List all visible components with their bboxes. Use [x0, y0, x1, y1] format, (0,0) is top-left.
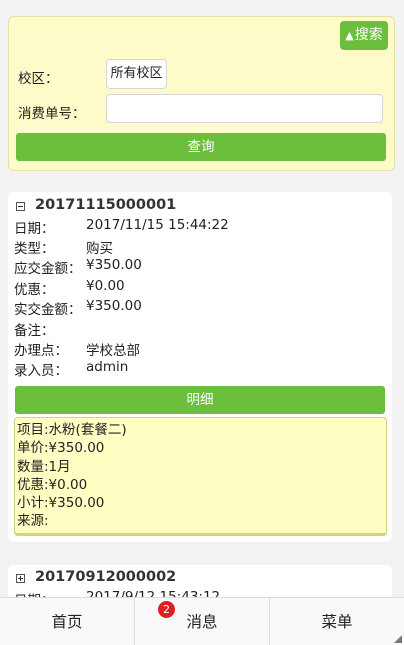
campus-label: 校区： — [18, 71, 59, 87]
amount-paid-label: 实交金额： — [14, 302, 82, 318]
campus-select[interactable]: 所有校区 — [106, 59, 167, 89]
message-count-badge: 2 — [158, 601, 175, 618]
operator-value: admin — [86, 359, 129, 375]
tab-home[interactable]: 首页 — [0, 598, 135, 645]
record-order-number: 20171115000001 — [35, 197, 177, 213]
tab-messages-label: 消息 — [186, 613, 218, 631]
office-label: 办理点： — [14, 343, 68, 359]
remark-label: 备注： — [14, 323, 55, 339]
amount-paid-value: ¥350.00 — [86, 298, 142, 314]
order-number-input[interactable] — [106, 94, 383, 123]
detail-source-line: 来源: — [17, 513, 49, 530]
collapse-triangle-icon: ▲ — [345, 29, 354, 42]
type-label: 类型： — [14, 241, 55, 257]
detail-subtotal-line: 小计:¥350.00 — [17, 495, 105, 512]
amount-due-label: 应交金额： — [14, 261, 82, 277]
record-order-number: 20170912000002 — [35, 569, 177, 585]
discount-value: ¥0.00 — [86, 278, 125, 294]
detail-button[interactable]: 明细 — [15, 386, 385, 414]
detail-item-line: 项目:水粉(套餐二) — [17, 422, 127, 438]
search-toggle-label: 搜索 — [354, 27, 383, 43]
amount-due-value: ¥350.00 — [86, 257, 142, 273]
date-label: 日期： — [14, 221, 55, 237]
bottom-tab-bar: 首页 2 消息 菜单 — [0, 597, 404, 645]
record-card: 20171115000001 日期： 2017/11/15 15:44:22 类… — [8, 192, 392, 542]
tab-menu[interactable]: 菜单 — [270, 598, 404, 645]
detail-unit-price-line: 单价:¥350.00 — [17, 440, 105, 457]
date-value: 2017/11/15 15:44:22 — [86, 217, 229, 233]
detail-quantity-line: 数量:1月 — [17, 458, 71, 475]
order-number-label: 消费单号： — [18, 106, 86, 122]
tab-messages[interactable]: 2 消息 — [135, 598, 270, 645]
resize-grip-icon — [394, 635, 402, 643]
tab-menu-label: 菜单 — [321, 613, 353, 631]
detail-box: 项目:水粉(套餐二) 单价:¥350.00 数量:1月 优惠:¥0.00 小计:… — [14, 417, 387, 536]
query-button[interactable]: 查询 — [16, 133, 386, 161]
expand-icon[interactable] — [16, 574, 25, 583]
office-value: 学校总部 — [86, 343, 140, 359]
type-value: 购买 — [86, 241, 113, 257]
collapse-icon[interactable] — [16, 202, 25, 211]
discount-label: 优惠： — [14, 282, 55, 298]
search-panel: ▲搜索 校区： 所有校区 消费单号： 查询 — [8, 16, 395, 171]
operator-label: 录入员： — [14, 363, 68, 379]
search-toggle-button[interactable]: ▲搜索 — [340, 21, 388, 50]
tab-home-label: 首页 — [51, 613, 83, 631]
detail-discount-line: 优惠:¥0.00 — [17, 476, 88, 493]
